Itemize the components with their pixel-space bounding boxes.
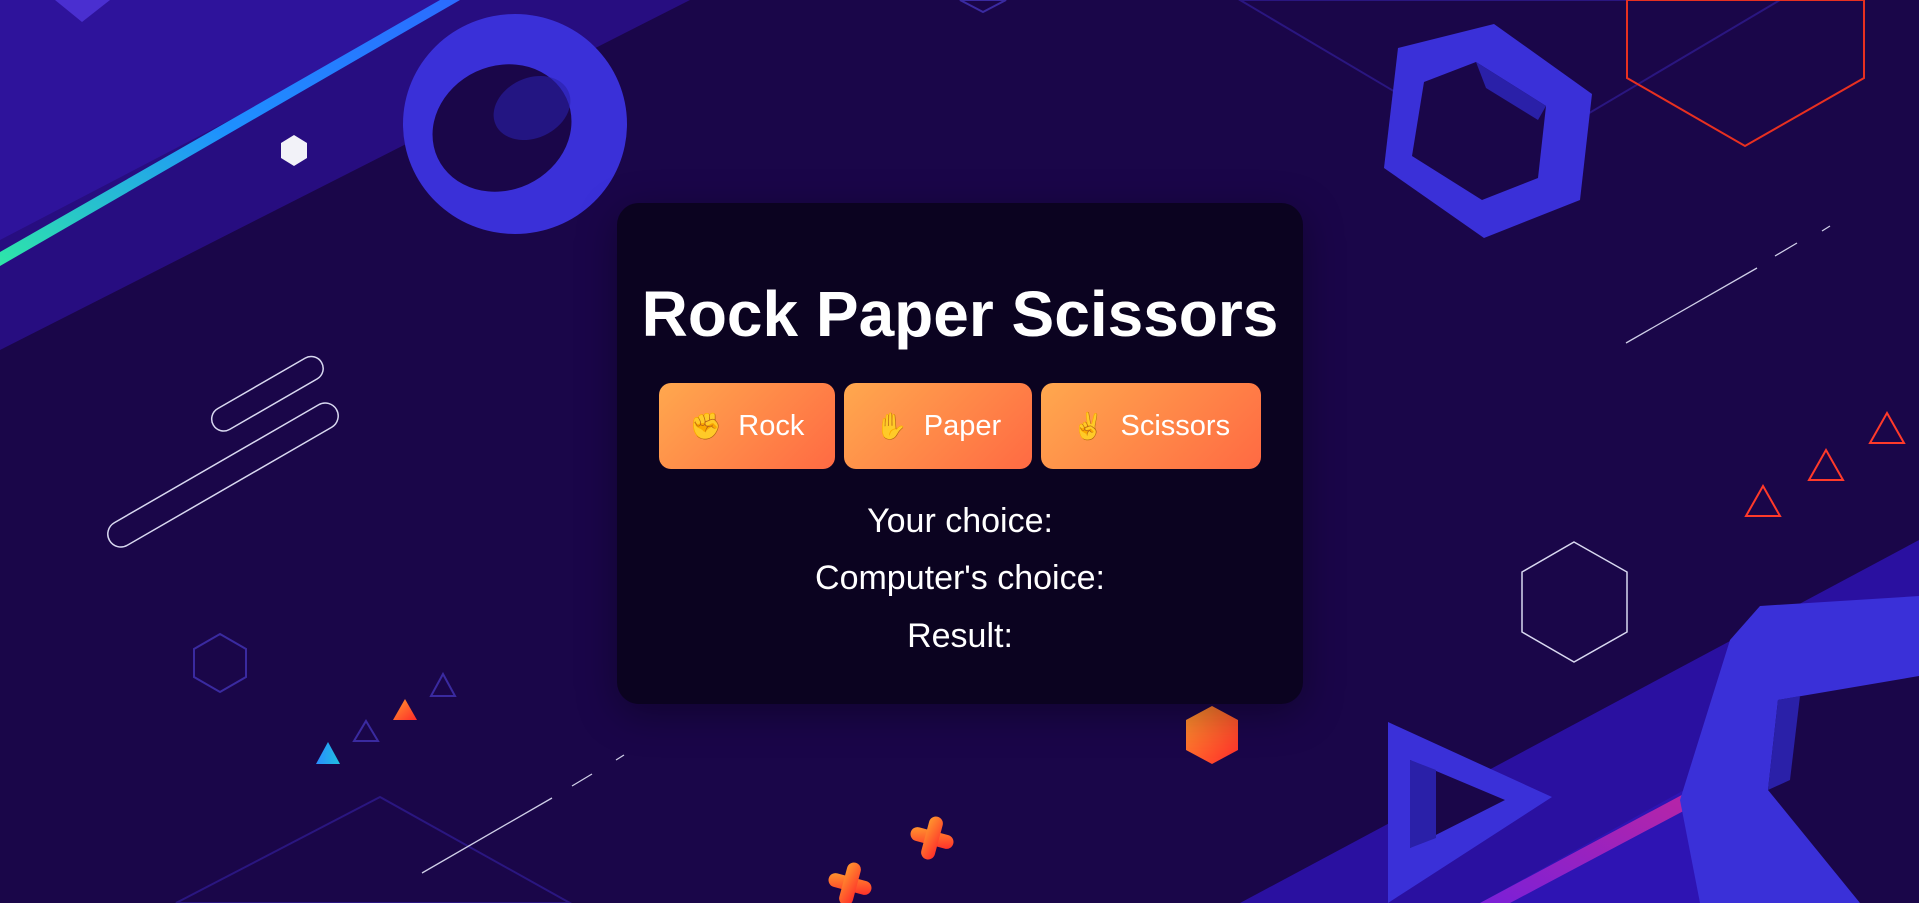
victory-hand-icon: ✌ xyxy=(1072,410,1105,441)
rock-button-label: Rock xyxy=(738,409,805,442)
your-choice-text: Your choice: xyxy=(867,502,1053,540)
computer-choice-text: Computer's choice: xyxy=(815,559,1105,597)
page-title: Rock Paper Scissors xyxy=(641,278,1279,350)
scissors-button[interactable]: ✌ Scissors xyxy=(1041,383,1262,469)
orange-cross xyxy=(910,816,954,860)
game-card: Rock Paper Scissors ✊ Rock ✋ Paper ✌ Sci… xyxy=(617,203,1303,704)
scissors-button-label: Scissors xyxy=(1120,409,1231,442)
result-text: Result: xyxy=(907,617,1013,655)
rock-button[interactable]: ✊ Rock xyxy=(658,383,836,469)
paper-button-label: Paper xyxy=(923,409,1002,442)
paper-button[interactable]: ✋ Paper xyxy=(844,383,1033,469)
fist-icon: ✊ xyxy=(689,410,723,441)
choice-buttons: ✊ Rock ✋ Paper ✌ Scissors xyxy=(652,383,1268,469)
orange-hexagon xyxy=(1186,706,1238,764)
hand-icon: ✋ xyxy=(875,410,908,441)
